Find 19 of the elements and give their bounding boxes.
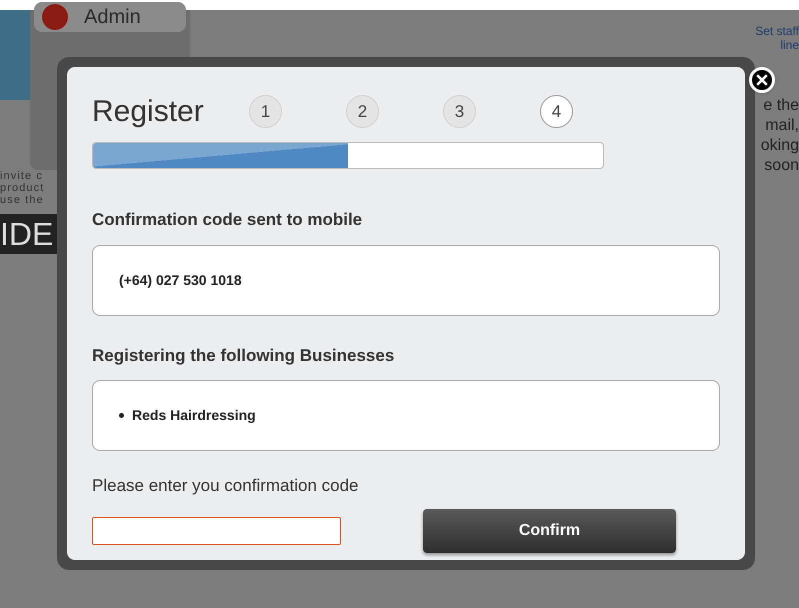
step-indicator: 4 bbox=[540, 95, 573, 128]
mobile-heading: Confirmation code sent to mobile bbox=[92, 209, 364, 231]
dialog-title: Register bbox=[92, 94, 205, 130]
confirm-button[interactable]: Confirm bbox=[423, 508, 676, 552]
mobile-number: (+64) 027 530 1018 bbox=[119, 270, 242, 290]
step-indicator: 2 bbox=[346, 95, 379, 128]
business-name: Reds Hairdressing bbox=[132, 406, 256, 425]
code-label: Please enter you confirmation code bbox=[92, 475, 360, 497]
step-indicator: 1 bbox=[249, 95, 282, 128]
admin-label: Admin bbox=[84, 5, 141, 30]
set-staff-link[interactable]: Set staff line bbox=[755, 24, 799, 52]
confirmation-code-field[interactable] bbox=[92, 516, 341, 544]
bullet-icon bbox=[119, 413, 124, 418]
invite-text: invite c product use the bbox=[0, 170, 46, 206]
step-indicator: 3 bbox=[443, 95, 476, 128]
banner-text: IDE bbox=[0, 214, 60, 254]
businesses-heading: Registering the following Businesses bbox=[92, 344, 396, 367]
admin-tile[interactable]: Admin bbox=[34, 2, 186, 32]
info-text: e the mail, oking soon bbox=[760, 96, 799, 176]
